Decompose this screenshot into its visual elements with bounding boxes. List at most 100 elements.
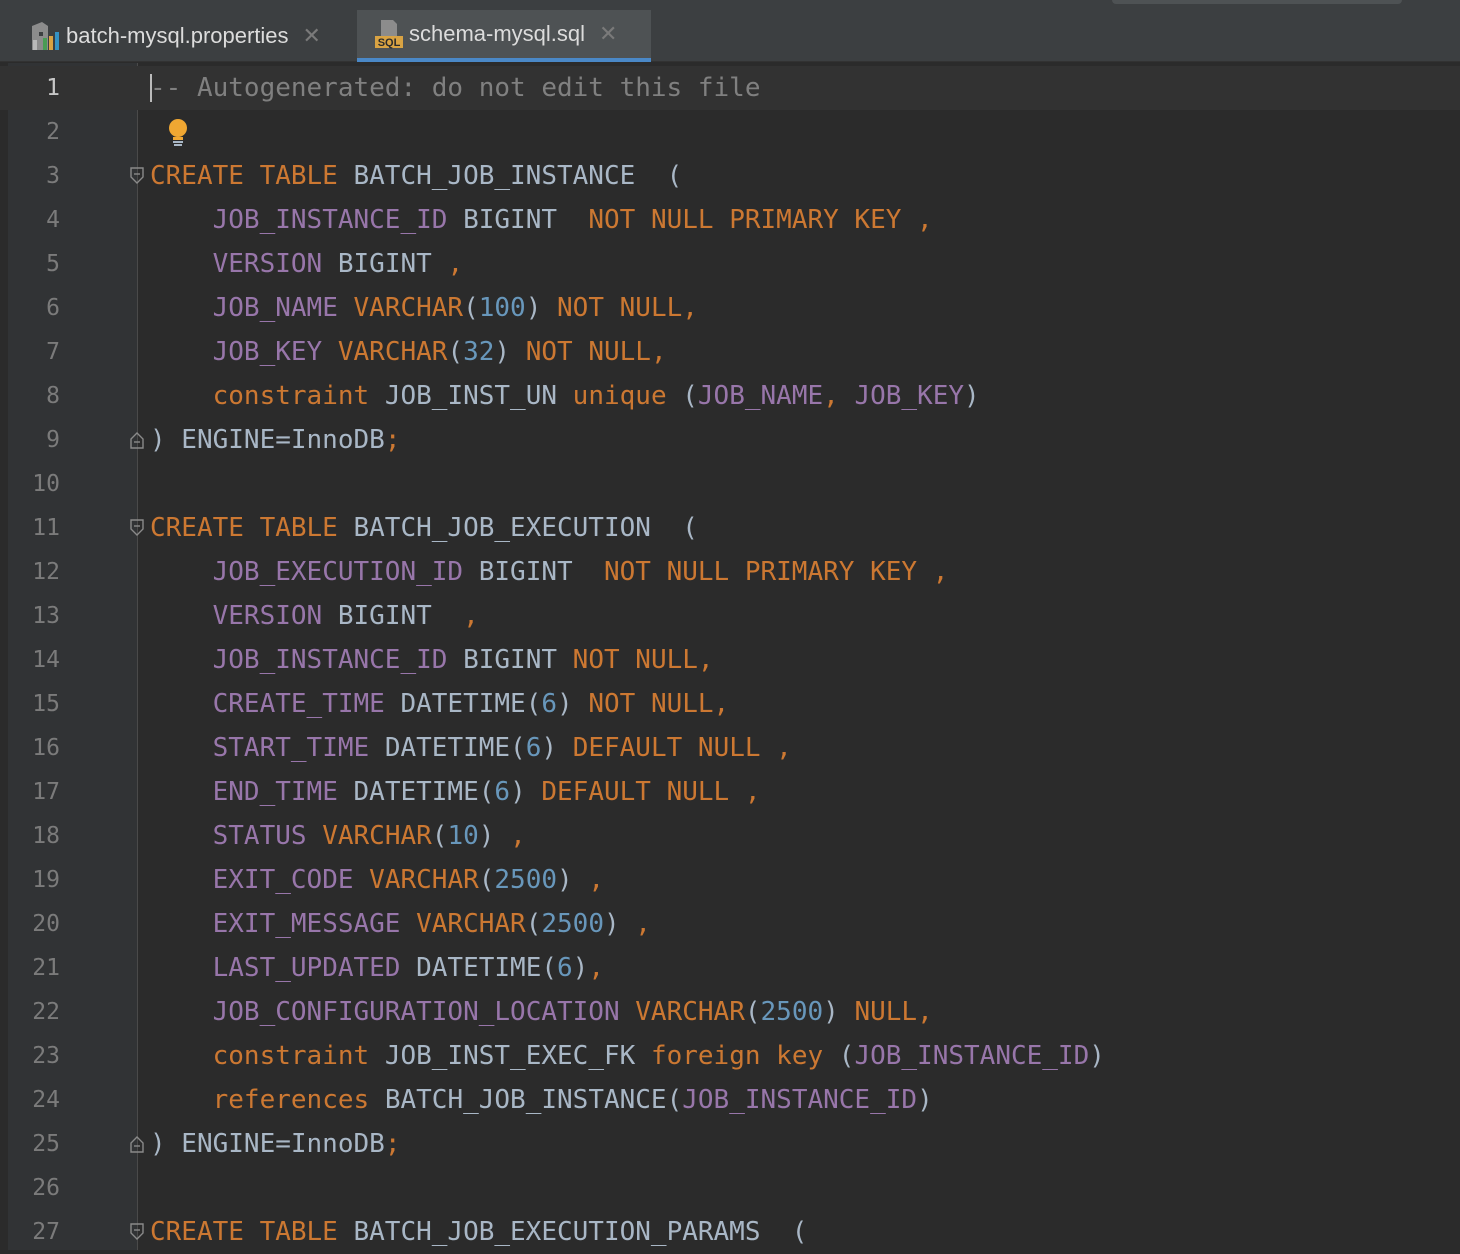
fold-close-icon[interactable] <box>130 1135 144 1153</box>
code-line[interactable]: 1 -- Autogenerated: do not edit this file <box>0 66 1460 110</box>
code-token: BIGINT <box>322 249 448 279</box>
code-line[interactable]: 6 JOB_NAME VARCHAR(100) NOT NULL, <box>0 286 1460 330</box>
line-number[interactable]: 26 <box>8 1166 60 1210</box>
line-number[interactable]: 14 <box>8 638 60 682</box>
code-line[interactable]: 13 VERSION BIGINT , <box>0 594 1460 638</box>
code-line[interactable]: 3 CREATE TABLE BATCH_JOB_INSTANCE ( <box>0 154 1460 198</box>
line-number[interactable]: 22 <box>8 990 60 1034</box>
code-text[interactable]: ) ENGINE=InnoDB; <box>150 418 400 462</box>
code-line[interactable]: 5 VERSION BIGINT , <box>0 242 1460 286</box>
line-number[interactable]: 20 <box>8 902 60 946</box>
line-number[interactable]: 12 <box>8 550 60 594</box>
line-number[interactable]: 13 <box>8 594 60 638</box>
code-token: ) ENGINE=InnoDB <box>150 425 385 455</box>
line-number[interactable]: 9 <box>8 418 60 462</box>
code-token: CREATE_TIME <box>212 689 385 719</box>
tab-batch-mysql-properties[interactable]: batch-mysql.properties ✕ <box>8 10 354 62</box>
code-line[interactable]: 8 constraint JOB_INST_UN unique (JOB_NAM… <box>0 374 1460 418</box>
code-text[interactable]: CREATE_TIME DATETIME(6) NOT NULL, <box>150 682 730 726</box>
code-editor[interactable]: 1 -- Autogenerated: do not edit this file… <box>0 66 1460 1254</box>
line-number[interactable]: 15 <box>8 682 60 726</box>
code-text[interactable]: JOB_CONFIGURATION_LOCATION VARCHAR(2500)… <box>150 990 933 1034</box>
code-line[interactable]: 26 <box>0 1166 1460 1210</box>
line-number[interactable]: 4 <box>8 198 60 242</box>
line-number[interactable]: 6 <box>8 286 60 330</box>
code-text[interactable]: ) ENGINE=InnoDB; <box>150 1122 400 1166</box>
code-text[interactable]: VERSION BIGINT , <box>150 242 463 286</box>
tab-label: batch-mysql.properties <box>66 23 289 48</box>
fold-open-icon[interactable] <box>130 519 144 537</box>
code-text[interactable]: constraint JOB_INST_UN unique (JOB_NAME,… <box>150 374 980 418</box>
line-number[interactable]: 19 <box>8 858 60 902</box>
close-tab-icon[interactable]: ✕ <box>303 23 321 49</box>
tab-schema-mysql-sql[interactable]: SQL schema-mysql.sql ✕ <box>357 10 651 62</box>
code-text[interactable]: VERSION BIGINT , <box>150 594 479 638</box>
fold-open-icon[interactable] <box>130 1223 144 1241</box>
code-text[interactable]: EXIT_MESSAGE VARCHAR(2500) , <box>150 902 651 946</box>
code-line[interactable]: 18 STATUS VARCHAR(10) , <box>0 814 1460 858</box>
line-number[interactable]: 8 <box>8 374 60 418</box>
code-text[interactable]: START_TIME DATETIME(6) DEFAULT NULL , <box>150 726 792 770</box>
lightbulb-icon[interactable] <box>166 118 190 148</box>
line-number[interactable]: 23 <box>8 1034 60 1078</box>
code-token: 100 <box>478 293 526 323</box>
code-line[interactable]: 16 START_TIME DATETIME(6) DEFAULT NULL , <box>0 726 1460 770</box>
line-number[interactable]: 17 <box>8 770 60 814</box>
code-text[interactable]: LAST_UPDATED DATETIME(6), <box>150 946 604 990</box>
line-number[interactable]: 18 <box>8 814 60 858</box>
code-text[interactable]: JOB_INSTANCE_ID BIGINT NOT NULL PRIMARY … <box>150 198 933 242</box>
code-line[interactable]: 19 EXIT_CODE VARCHAR(2500) , <box>0 858 1460 902</box>
code-text[interactable]: JOB_KEY VARCHAR(32) NOT NULL, <box>150 330 667 374</box>
line-number[interactable]: 27 <box>8 1210 60 1254</box>
line-number[interactable]: 21 <box>8 946 60 990</box>
code-text[interactable]: references BATCH_JOB_INSTANCE(JOB_INSTAN… <box>150 1078 933 1122</box>
properties-file-icon <box>30 20 60 52</box>
code-text[interactable]: CREATE TABLE BATCH_JOB_EXECUTION_PARAMS … <box>150 1210 807 1254</box>
code-line[interactable]: 7 JOB_KEY VARCHAR(32) NOT NULL, <box>0 330 1460 374</box>
code-line[interactable]: 21 LAST_UPDATED DATETIME(6), <box>0 946 1460 990</box>
code-text[interactable]: CREATE TABLE BATCH_JOB_EXECUTION ( <box>150 506 698 550</box>
code-line[interactable]: 9 ) ENGINE=InnoDB; <box>0 418 1460 462</box>
code-text[interactable]: EXIT_CODE VARCHAR(2500) , <box>150 858 604 902</box>
line-number[interactable]: 10 <box>8 462 60 506</box>
code-line[interactable]: 12 JOB_EXECUTION_ID BIGINT NOT NULL PRIM… <box>0 550 1460 594</box>
fold-close-icon[interactable] <box>130 431 144 449</box>
line-number[interactable]: 11 <box>8 506 60 550</box>
code-line[interactable]: 20 EXIT_MESSAGE VARCHAR(2500) , <box>0 902 1460 946</box>
fold-open-icon[interactable] <box>130 167 144 185</box>
search-everywhere-bar[interactable] <box>1112 0 1402 4</box>
code-line[interactable]: 24 references BATCH_JOB_INSTANCE(JOB_INS… <box>0 1078 1460 1122</box>
code-line[interactable]: 17 END_TIME DATETIME(6) DEFAULT NULL , <box>0 770 1460 814</box>
code-line[interactable]: 27 CREATE TABLE BATCH_JOB_EXECUTION_PARAM… <box>0 1210 1460 1254</box>
code-token: constraint <box>212 381 370 411</box>
code-line[interactable]: 4 JOB_INSTANCE_ID BIGINT NOT NULL PRIMAR… <box>0 198 1460 242</box>
code-text[interactable]: JOB_NAME VARCHAR(100) NOT NULL, <box>150 286 698 330</box>
code-line[interactable]: 14 JOB_INSTANCE_ID BIGINT NOT NULL, <box>0 638 1460 682</box>
code-line[interactable]: 25 ) ENGINE=InnoDB; <box>0 1122 1460 1166</box>
code-text[interactable]: constraint JOB_INST_EXEC_FK foreign key … <box>150 1034 1105 1078</box>
line-number[interactable]: 25 <box>8 1122 60 1166</box>
code-line[interactable]: 15 CREATE_TIME DATETIME(6) NOT NULL, <box>0 682 1460 726</box>
code-text[interactable]: END_TIME DATETIME(6) DEFAULT NULL , <box>150 770 761 814</box>
code-text[interactable]: -- Autogenerated: do not edit this file <box>150 66 760 110</box>
line-number[interactable]: 5 <box>8 242 60 286</box>
code-text[interactable]: CREATE TABLE BATCH_JOB_INSTANCE ( <box>150 154 682 198</box>
code-text[interactable]: JOB_INSTANCE_ID BIGINT NOT NULL, <box>150 638 714 682</box>
code-text[interactable]: STATUS VARCHAR(10) , <box>150 814 526 858</box>
code-token: unique <box>572 381 667 411</box>
line-number[interactable]: 16 <box>8 726 60 770</box>
code-line[interactable]: 11 CREATE TABLE BATCH_JOB_EXECUTION ( <box>0 506 1460 550</box>
code-line[interactable]: 23 constraint JOB_INST_EXEC_FK foreign k… <box>0 1034 1460 1078</box>
code-line[interactable]: 10 <box>0 462 1460 506</box>
line-number[interactable]: 24 <box>8 1078 60 1122</box>
line-number[interactable]: 2 <box>8 110 60 154</box>
line-number[interactable]: 1 <box>8 66 60 110</box>
line-number[interactable]: 3 <box>8 154 60 198</box>
code-text[interactable]: JOB_EXECUTION_ID BIGINT NOT NULL PRIMARY… <box>150 550 949 594</box>
line-number[interactable]: 7 <box>8 330 60 374</box>
close-tab-icon[interactable]: ✕ <box>599 21 617 47</box>
code-line[interactable]: 22 JOB_CONFIGURATION_LOCATION VARCHAR(25… <box>0 990 1460 1034</box>
code-line[interactable]: 2 <box>0 110 1460 154</box>
